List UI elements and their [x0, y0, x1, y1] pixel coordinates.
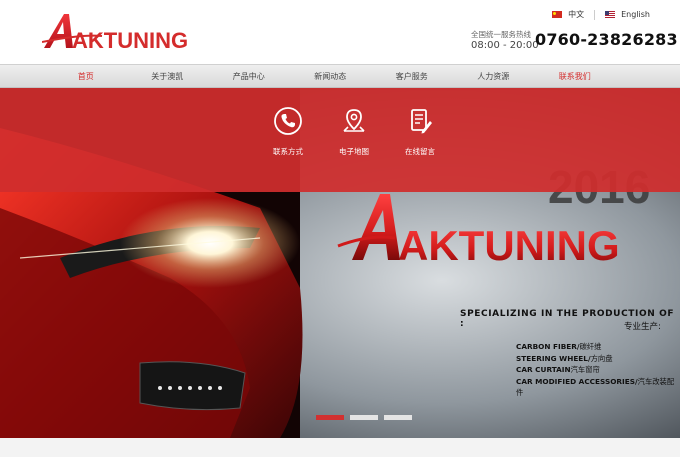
china-flag-icon — [552, 11, 563, 18]
panel-label-message: 在线留言 — [405, 147, 435, 156]
product-item: CAR CURTAIN汽车窗帘 — [516, 365, 600, 374]
nav-item-service[interactable]: 客户服务 — [371, 65, 453, 89]
page-bottom-strip — [0, 438, 680, 457]
panel-label-map: 电子地图 — [339, 147, 369, 156]
us-flag-icon — [605, 11, 616, 18]
logo-text: AKTUNING — [72, 28, 188, 52]
nav-item-products[interactable]: 产品中心 — [208, 65, 290, 89]
nav-item-home[interactable]: 首页 — [45, 65, 127, 89]
lang-english-link[interactable]: English — [621, 10, 650, 19]
slide-dot-2[interactable] — [350, 415, 378, 420]
panel-item-contact[interactable]: 联系方式 — [256, 106, 320, 157]
product-item: STEERING WHEEL/方向盘 — [516, 353, 613, 363]
panel-item-map[interactable]: 电子地图 — [322, 106, 386, 157]
site-header: AKTUNING 中文 English 全国统一服务热线 08:00 - 20:… — [0, 0, 680, 64]
banner-brand: AKTUNING — [398, 222, 620, 269]
product-item: CAR MODIFIED ACCESSORIES/汽车改装配件 — [516, 376, 675, 398]
slide-dot-1[interactable] — [316, 415, 344, 420]
panel-label-contact: 联系方式 — [273, 147, 303, 156]
phone-icon — [274, 107, 302, 135]
lang-divider — [594, 9, 596, 20]
main-nav: 首页 关于澳凯 产品中心 新闻动态 客户服务 人力资源 联系我们 — [0, 64, 680, 88]
brand-logo[interactable]: AKTUNING — [42, 12, 192, 52]
lang-chinese-link[interactable]: 中文 — [568, 9, 584, 20]
slider-pagination — [316, 415, 412, 420]
message-edit-icon — [411, 109, 432, 134]
nav-item-news[interactable]: 新闻动态 — [290, 65, 372, 89]
map-pin-icon — [343, 109, 365, 132]
hotline-label: 全国统一服务热线 — [471, 30, 531, 39]
product-item: CARBON FIBER/碳纤维 — [516, 342, 602, 351]
nav-item-contact[interactable]: 联系我们 — [534, 65, 616, 89]
service-hours: 08:00 - 20:00 — [471, 40, 539, 51]
nav-item-hr[interactable]: 人力资源 — [453, 65, 535, 89]
contact-dropdown-panel: 联系方式 电子地图 在线留言 — [0, 88, 680, 192]
hotline-phone: 0760-23826283 — [535, 30, 678, 49]
product-list: CARBON FIBER/碳纤维 STEERING WHEEL/方向盘 CAR … — [516, 341, 680, 399]
panel-item-message[interactable]: 在线留言 — [388, 106, 452, 157]
language-switcher: 中文 English — [552, 9, 650, 20]
banner-slogan-cn: 专业生产: — [624, 322, 661, 332]
slide-dot-3[interactable] — [384, 415, 412, 420]
nav-item-about[interactable]: 关于澳凯 — [127, 65, 209, 89]
